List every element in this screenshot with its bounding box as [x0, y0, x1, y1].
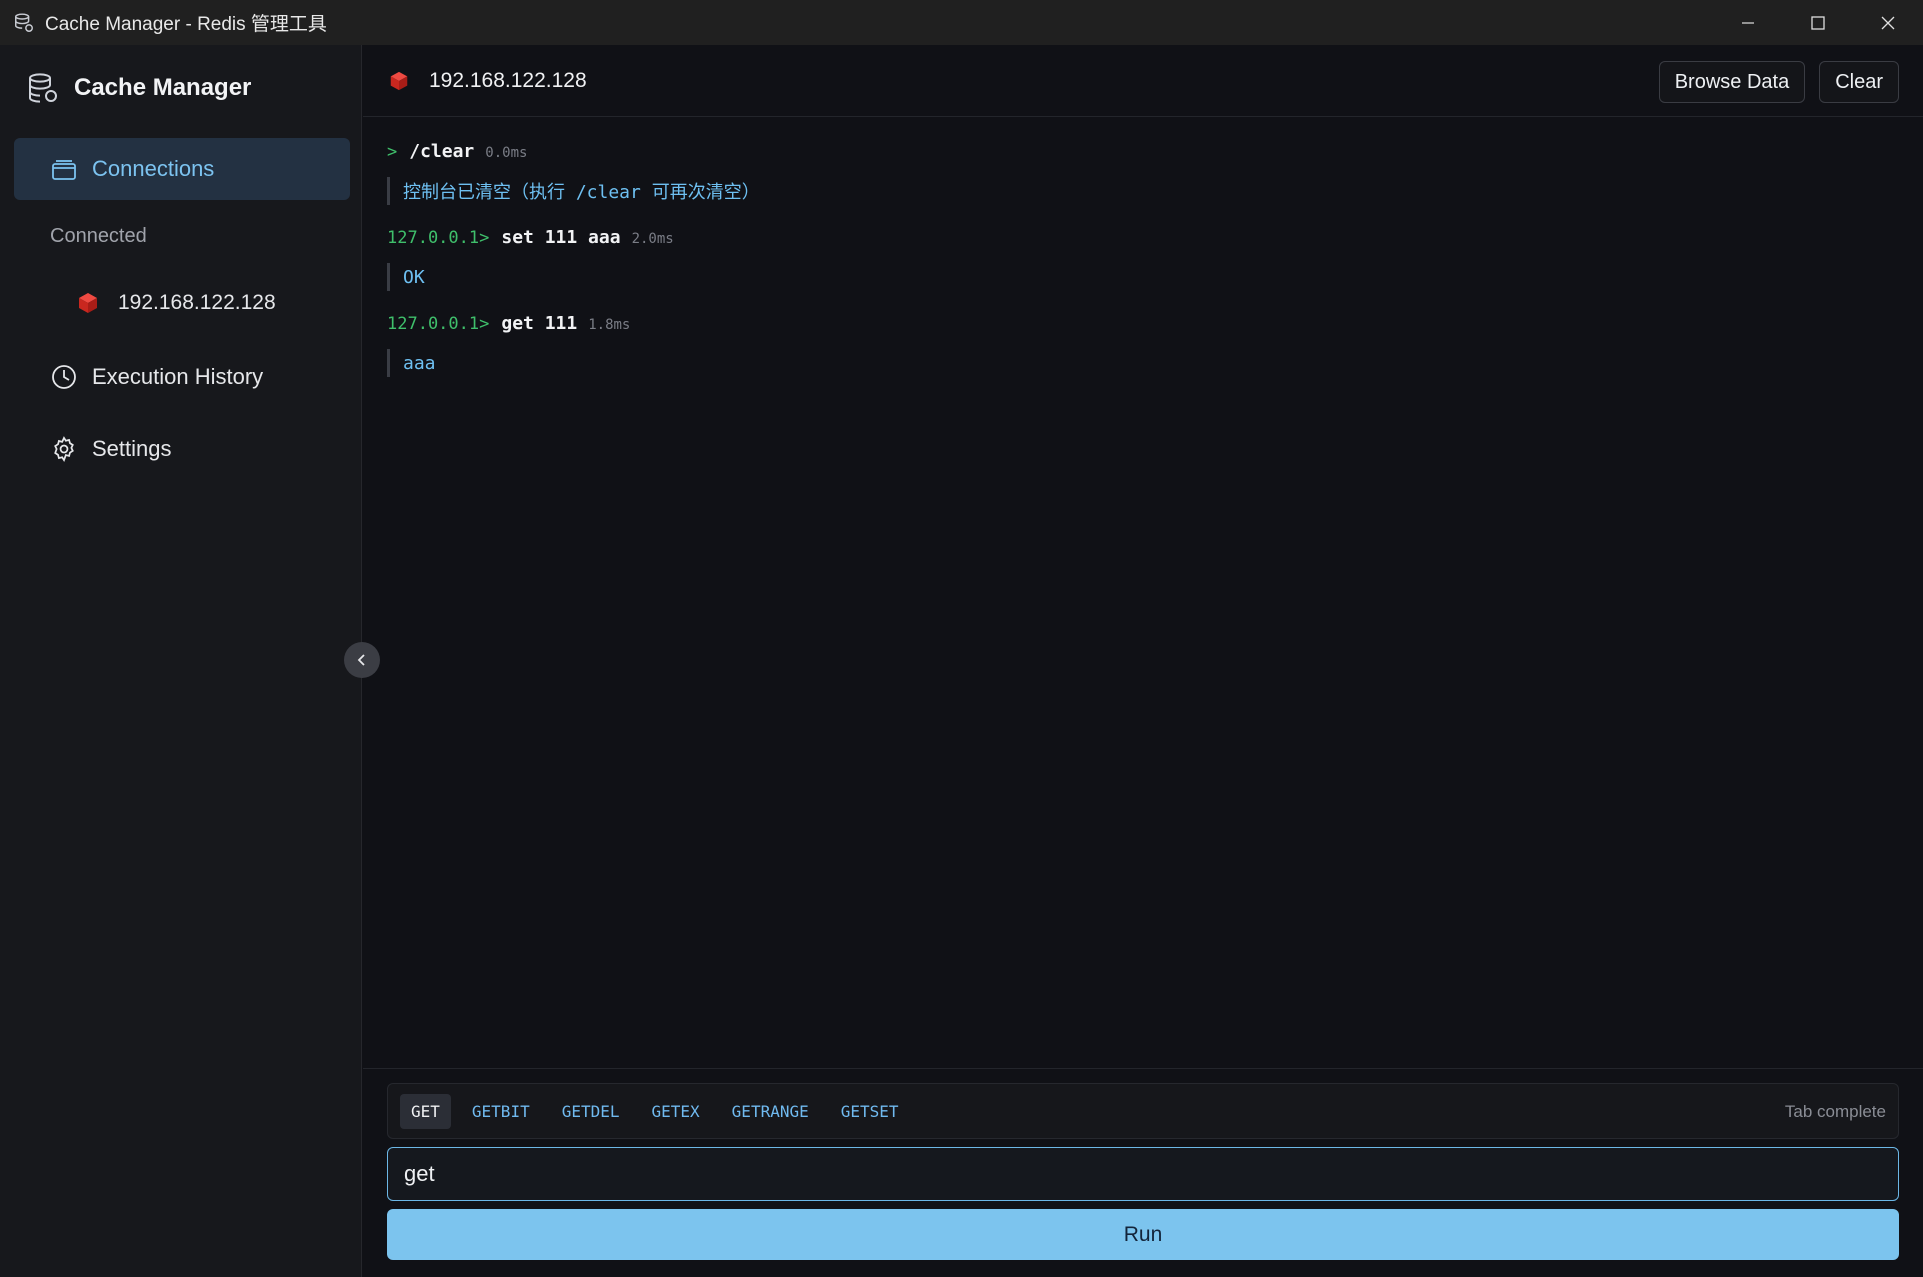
redis-cube-icon	[79, 293, 97, 313]
title-bar: Cache Manager - Redis 管理工具	[0, 0, 1923, 45]
console-prompt: 127.0.0.1>	[387, 314, 490, 334]
database-logo-icon	[29, 73, 57, 103]
console-duration: 1.8ms	[588, 317, 631, 333]
suggestion-chip[interactable]: GET	[400, 1093, 451, 1129]
brand-name: Cache Manager	[74, 74, 252, 101]
console-output: > /clear 0.0ms 控制台已清空（执行 /clear 可再次清空） 1…	[387, 141, 1887, 399]
console-duration: 0.0ms	[485, 145, 528, 161]
console-command: set 111 aaa	[501, 227, 621, 248]
maximize-icon	[1811, 15, 1825, 30]
console-entry: > /clear 0.0ms 控制台已清空（执行 /clear 可再次清空）	[387, 141, 1887, 205]
console-duration: 2.0ms	[631, 231, 674, 247]
console-prompt: >	[387, 142, 398, 162]
suggestion-chip[interactable]: GETRANGE	[721, 1094, 820, 1129]
console-prompt: 127.0.0.1>	[387, 228, 490, 248]
connection-item[interactable]: 192.168.122.128	[76, 291, 276, 315]
suggestion-chip[interactable]: GETSET	[830, 1094, 910, 1129]
sidebar-item-settings[interactable]: Settings	[14, 418, 350, 480]
browse-data-button[interactable]: Browse Data	[1658, 61, 1806, 103]
clear-button[interactable]: Clear	[1819, 61, 1899, 103]
connected-section-label: Connected	[50, 225, 147, 247]
chevron-left-icon	[357, 654, 365, 666]
run-button[interactable]: Run	[387, 1209, 1899, 1260]
console-command: /clear	[409, 141, 475, 162]
sidebar-item-connections[interactable]: Connections	[14, 138, 350, 200]
tab-complete-hint: Tab complete	[1784, 1102, 1886, 1121]
command-panel: GET GETBIT GETDEL GETEX GETRANGE GETSET …	[363, 1068, 1923, 1277]
suggestion-bar: GET GETBIT GETDEL GETEX GETRANGE GETSET …	[387, 1083, 1899, 1139]
console-entry: 127.0.0.1> get 111 1.8ms aaa	[387, 313, 1887, 377]
minimize-icon	[1742, 21, 1754, 24]
redis-cube-icon	[390, 71, 408, 90]
sidebar-item-label: Connections	[92, 156, 215, 181]
suggestion-chip[interactable]: GETDEL	[551, 1094, 631, 1129]
window-title: Cache Manager - Redis 管理工具	[45, 14, 327, 35]
console-result: aaa	[387, 349, 1887, 377]
console-result: 控制台已清空（执行 /clear 可再次清空）	[387, 177, 1887, 205]
gear-icon	[50, 435, 78, 463]
minimize-button[interactable]	[1713, 0, 1783, 45]
connection-label: 192.168.122.128	[118, 291, 276, 314]
command-input[interactable]	[387, 1147, 1899, 1201]
clock-icon	[50, 363, 78, 391]
server-header: 192.168.122.128 Browse Data Clear	[363, 45, 1923, 117]
sidebar-item-label: Execution History	[92, 364, 264, 389]
server-title: 192.168.122.128	[429, 68, 587, 92]
header-actions: Browse Data Clear	[1658, 61, 1899, 103]
sidebar: Cache Manager Connections Connected 192.…	[0, 45, 362, 1277]
close-icon	[1881, 16, 1895, 29]
sidebar-item-label: Settings	[92, 436, 172, 461]
main-panel: 192.168.122.128 Browse Data Clear > /cle…	[363, 45, 1923, 1277]
console-entry: 127.0.0.1> set 111 aaa 2.0ms OK	[387, 227, 1887, 291]
maximize-button[interactable]	[1783, 0, 1853, 45]
suggestion-chip[interactable]: GETBIT	[461, 1094, 541, 1129]
console-result: OK	[387, 263, 1887, 291]
console-command: get 111	[501, 313, 578, 334]
database-icon	[15, 12, 33, 32]
sidebar-item-history[interactable]: Execution History	[14, 346, 350, 408]
connections-icon	[50, 155, 78, 183]
close-window-button[interactable]	[1853, 0, 1923, 45]
brand: Cache Manager	[26, 71, 251, 105]
window-controls	[1713, 0, 1923, 45]
collapse-sidebar-button[interactable]	[344, 642, 380, 678]
suggestion-chip[interactable]: GETEX	[641, 1094, 711, 1129]
